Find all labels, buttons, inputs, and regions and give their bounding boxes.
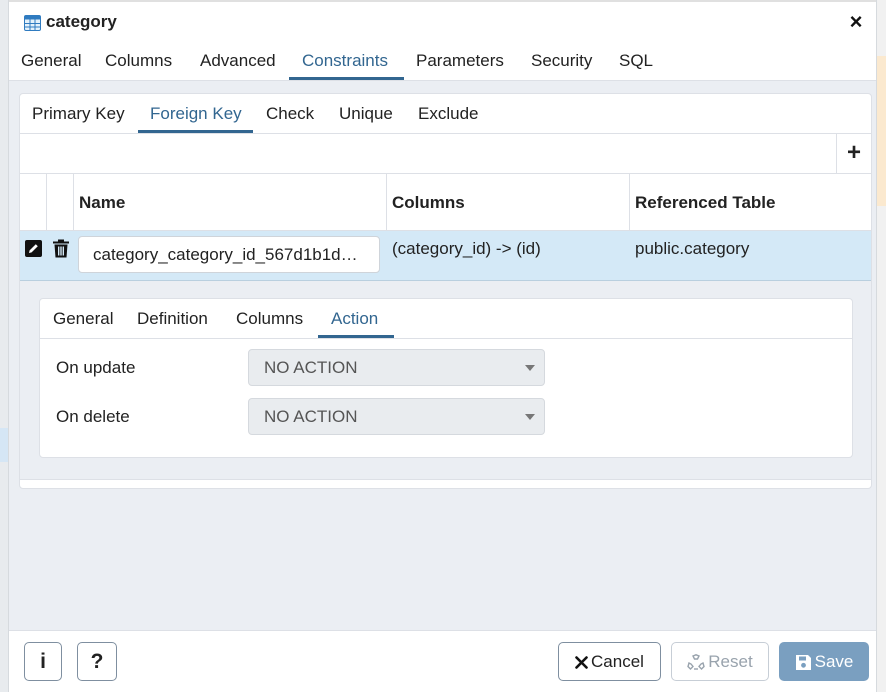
table-icon (24, 15, 41, 31)
tab-columns[interactable]: Columns (105, 51, 172, 81)
active-tab-indicator (289, 77, 404, 80)
tab-primary-key[interactable]: Primary Key (32, 104, 125, 124)
help-icon: ? (90, 650, 104, 673)
tab-unique[interactable]: Unique (339, 104, 393, 124)
help-button[interactable]: ? (77, 642, 117, 681)
on-delete-select[interactable]: NO ACTION (248, 398, 545, 435)
on-update-label: On update (56, 358, 136, 377)
row-detail-panel: General Definition Columns Action On upd… (39, 298, 853, 458)
on-delete-label: On delete (56, 407, 130, 426)
active-detail-tab-indicator (318, 335, 394, 338)
tab-check[interactable]: Check (266, 104, 314, 124)
tab-parameters[interactable]: Parameters (416, 51, 504, 81)
tab-exclude[interactable]: Exclude (418, 104, 478, 124)
background-highlight (0, 428, 8, 462)
save-icon (795, 655, 811, 671)
info-icon: i (40, 650, 46, 673)
tab-sql[interactable]: SQL (619, 51, 653, 81)
add-row-button[interactable]: + (836, 134, 871, 174)
detail-tab-definition[interactable]: Definition (137, 309, 208, 329)
caret-down-icon (525, 414, 535, 420)
grid-header: Name Columns Referenced Table (20, 174, 871, 231)
on-update-value: NO ACTION (264, 358, 358, 377)
dialog-footer: i ? Cancel Reset Save (9, 630, 876, 692)
trash-icon[interactable] (52, 239, 70, 258)
on-delete-value: NO ACTION (264, 407, 358, 426)
info-button[interactable]: i (24, 642, 62, 681)
active-subtab-indicator (138, 130, 253, 133)
detail-tab-action[interactable]: Action (331, 309, 378, 329)
detail-tabs: General Definition Columns Action (40, 299, 852, 339)
save-button[interactable]: Save (779, 642, 869, 681)
header-referenced-table: Referenced Table (635, 193, 776, 212)
save-label: Save (814, 652, 854, 671)
table-row[interactable]: category_category_id_567d1b1d… (category… (20, 231, 871, 281)
header-name: Name (79, 193, 126, 212)
detail-tab-columns[interactable]: Columns (236, 309, 303, 329)
dialog-titlebar[interactable]: category × (9, 0, 876, 44)
tab-general[interactable]: General (21, 51, 81, 81)
table-properties-dialog: category × General Columns Advanced Cons… (8, 0, 877, 692)
background-left-strip (0, 0, 8, 692)
close-icon (575, 656, 588, 669)
constraint-type-tabs: Primary Key Foreign Key Check Unique Exc… (20, 94, 871, 134)
tab-foreign-key[interactable]: Foreign Key (150, 104, 242, 124)
reset-label: Reset (708, 652, 753, 671)
background-highlight (877, 56, 886, 206)
row-referenced-table-value: public.category (635, 239, 750, 258)
caret-down-icon (525, 365, 535, 371)
edit-icon[interactable] (25, 240, 42, 257)
row-detail-area: General Definition Columns Action On upd… (20, 281, 871, 480)
header-columns: Columns (392, 193, 465, 212)
recycle-icon (687, 654, 706, 671)
reset-button[interactable]: Reset (671, 642, 769, 681)
row-columns-value: (category_id) -> (id) (392, 239, 541, 258)
tab-security[interactable]: Security (531, 51, 592, 81)
detail-tab-general[interactable]: General (53, 309, 113, 329)
constraint-name-input[interactable]: category_category_id_567d1b1d… (78, 236, 380, 273)
constraints-panel: Primary Key Foreign Key Check Unique Exc… (19, 93, 872, 489)
close-icon[interactable]: × (844, 8, 868, 36)
dialog-tabs: General Columns Advanced Constraints Par… (9, 44, 876, 81)
dialog-title: category (46, 12, 117, 31)
cancel-button[interactable]: Cancel (558, 642, 661, 681)
grid-toolbar: + (20, 134, 871, 174)
cancel-label: Cancel (591, 652, 644, 671)
background-right-strip (877, 0, 886, 692)
tab-advanced[interactable]: Advanced (200, 51, 276, 81)
on-update-select[interactable]: NO ACTION (248, 349, 545, 386)
